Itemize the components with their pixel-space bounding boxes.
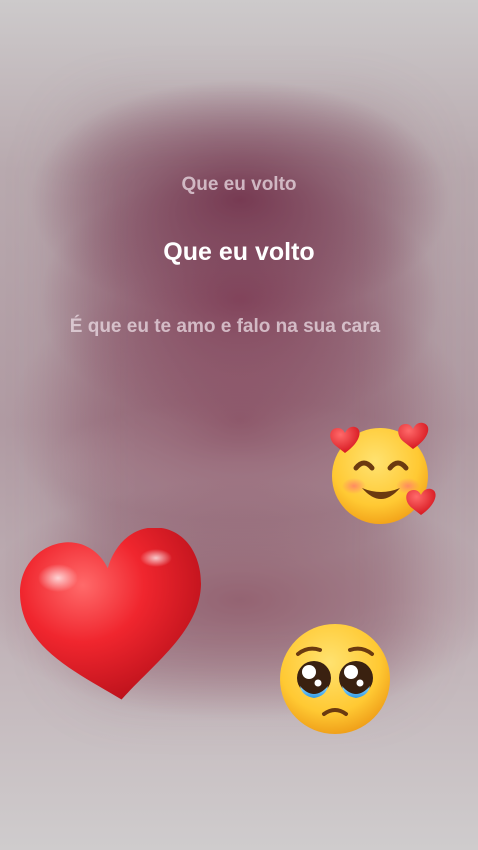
smiling-face-with-hearts-icon [330, 422, 436, 524]
lyric-line-previous: Que eu volto [181, 174, 297, 195]
red-heart-icon [20, 528, 201, 700]
lyric-line-next: É que eu te amo e falo na sua cara [69, 316, 381, 337]
lyrics-screen: Que eu volto Que eu volto É que eu te am… [0, 0, 478, 850]
lyric-line-current: Que eu volto [163, 238, 315, 266]
pleading-face-icon [280, 624, 390, 734]
